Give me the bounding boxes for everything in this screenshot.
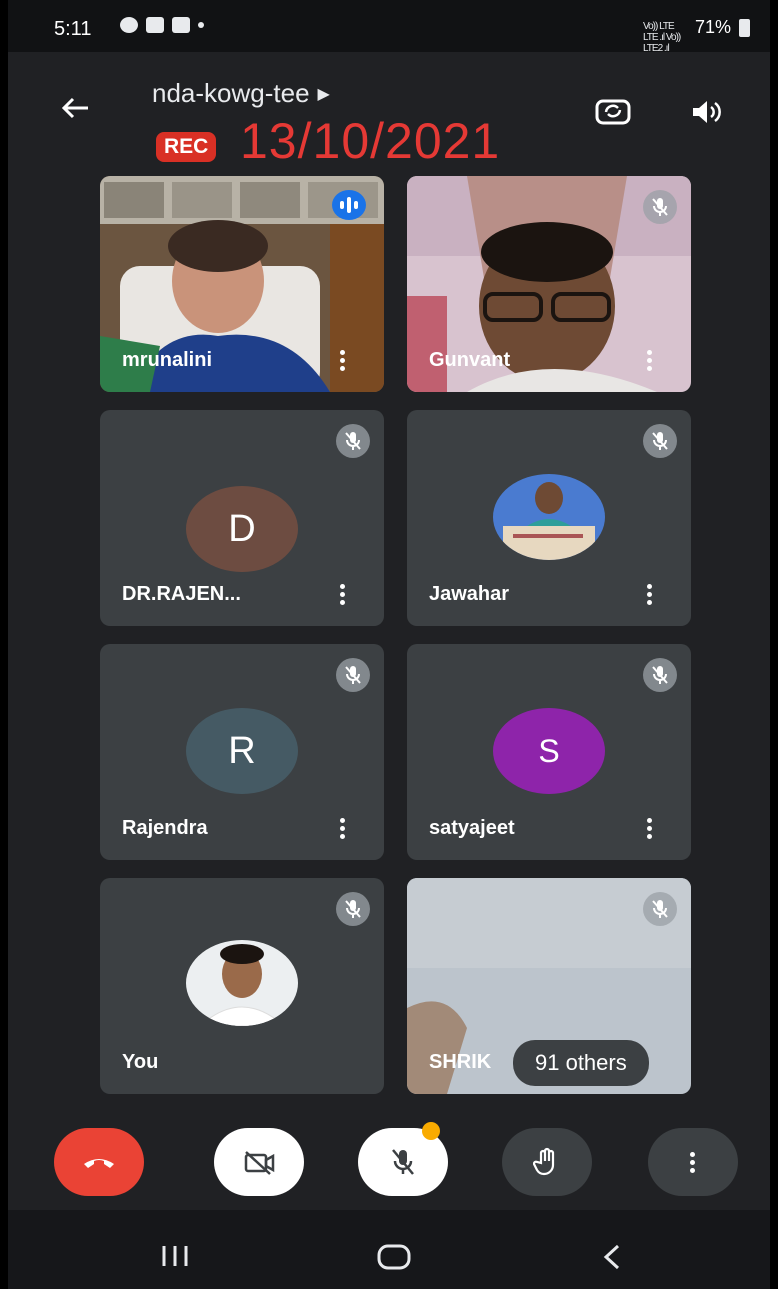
- mic-off-icon: [336, 892, 370, 926]
- dot-icon: [198, 22, 204, 28]
- participant-tile-shrik[interactable]: SHRIK 91 others: [407, 878, 691, 1094]
- participant-name: Jawahar: [429, 583, 510, 605]
- speaker-icon[interactable]: [690, 98, 724, 126]
- participant-tile-satyajeet[interactable]: S satyajeet: [407, 644, 691, 860]
- end-call-button[interactable]: [54, 1128, 144, 1196]
- gallery-icon: [172, 17, 190, 33]
- participant-name: DR.RAJEN...: [122, 583, 241, 605]
- mic-off-icon: [336, 424, 370, 458]
- back-arrow-icon[interactable]: [60, 92, 90, 126]
- participant-tile-dr-rajen[interactable]: D DR.RAJEN...: [100, 410, 384, 626]
- status-right: Vo)) LTE LTE .ıl Vo)) LTE2 .ıl 71%: [642, 17, 750, 54]
- speaking-indicator-icon: [332, 190, 366, 220]
- participant-name: You: [122, 1051, 159, 1073]
- participant-name: SHRIK: [429, 1051, 492, 1073]
- avatar: [186, 940, 298, 1026]
- participant-tile-mrunalini[interactable]: mrunalini: [100, 176, 384, 392]
- hand-icon: [533, 1147, 555, 1176]
- battery-level: 71%: [694, 17, 731, 37]
- more-vert-icon[interactable]: [647, 350, 653, 372]
- participant-name: satyajeet: [429, 817, 515, 839]
- meet-screen: 5:11 Vo)) LTE LTE .ıl Vo)) LTE2 .ıl 71% …: [8, 0, 770, 1289]
- participant-tile-rajendra[interactable]: R Rajendra: [100, 644, 384, 860]
- caret-right-icon: ▶: [317, 86, 330, 103]
- back-nav-icon[interactable]: [602, 1244, 622, 1270]
- more-vert-icon[interactable]: [647, 818, 653, 840]
- others-count-chip[interactable]: 91 others: [513, 1040, 649, 1086]
- notification-icons: [120, 17, 204, 33]
- meeting-code-text: nda-kowg-tee: [152, 78, 310, 108]
- camera-toggle-button[interactable]: [214, 1128, 304, 1196]
- mic-off-icon: [643, 190, 677, 224]
- participant-name: mrunalini: [122, 349, 213, 371]
- mic-toggle-button[interactable]: [358, 1122, 448, 1196]
- more-options-button[interactable]: [648, 1128, 738, 1196]
- more-vert-icon: [690, 1151, 696, 1173]
- participant-tile-jawahar[interactable]: Jawahar: [407, 410, 691, 626]
- meeting-code[interactable]: nda-kowg-tee ▶: [152, 78, 330, 109]
- switch-camera-icon[interactable]: [594, 96, 632, 126]
- participant-name: Rajendra: [122, 817, 208, 839]
- battery-icon: [739, 18, 750, 37]
- more-vert-icon[interactable]: [340, 350, 346, 372]
- more-vert-icon[interactable]: [647, 584, 653, 606]
- mic-off-icon: [336, 658, 370, 692]
- avatar: S: [493, 708, 605, 794]
- mic-off-icon: [643, 658, 677, 692]
- camera-off-icon: [244, 1151, 275, 1175]
- signal-icon: Vo)) LTE LTE .ıl Vo)) LTE2 .ıl: [642, 20, 681, 54]
- participant-tile-gunvant[interactable]: Gunvant: [407, 176, 691, 392]
- system-nav-bar: [8, 1210, 770, 1289]
- mic-off-icon: [643, 892, 677, 926]
- notification-badge: [422, 1122, 440, 1140]
- status-bar: 5:11 Vo)) LTE LTE .ıl Vo)) LTE2 .ıl 71%: [8, 0, 770, 54]
- raise-hand-button[interactable]: [502, 1128, 592, 1196]
- mic-off-icon: [392, 1149, 414, 1175]
- participant-tile-you[interactable]: You: [100, 878, 384, 1094]
- date-overlay: 13/10/2021: [240, 113, 501, 169]
- more-vert-icon[interactable]: [340, 584, 346, 606]
- home-icon[interactable]: [376, 1244, 412, 1270]
- message-icon: [146, 17, 164, 33]
- avatar: D: [186, 486, 298, 572]
- status-time: 5:11: [54, 18, 92, 40]
- avatar: [493, 474, 605, 560]
- participant-name: Gunvant: [429, 349, 511, 371]
- more-vert-icon[interactable]: [340, 818, 346, 840]
- phone-hangup-icon: [84, 1159, 114, 1168]
- rec-badge: REC: [156, 132, 217, 162]
- recent-apps-icon[interactable]: [160, 1244, 190, 1268]
- mic-off-icon: [643, 424, 677, 458]
- whatsapp-icon: [120, 17, 138, 33]
- avatar: R: [186, 708, 298, 794]
